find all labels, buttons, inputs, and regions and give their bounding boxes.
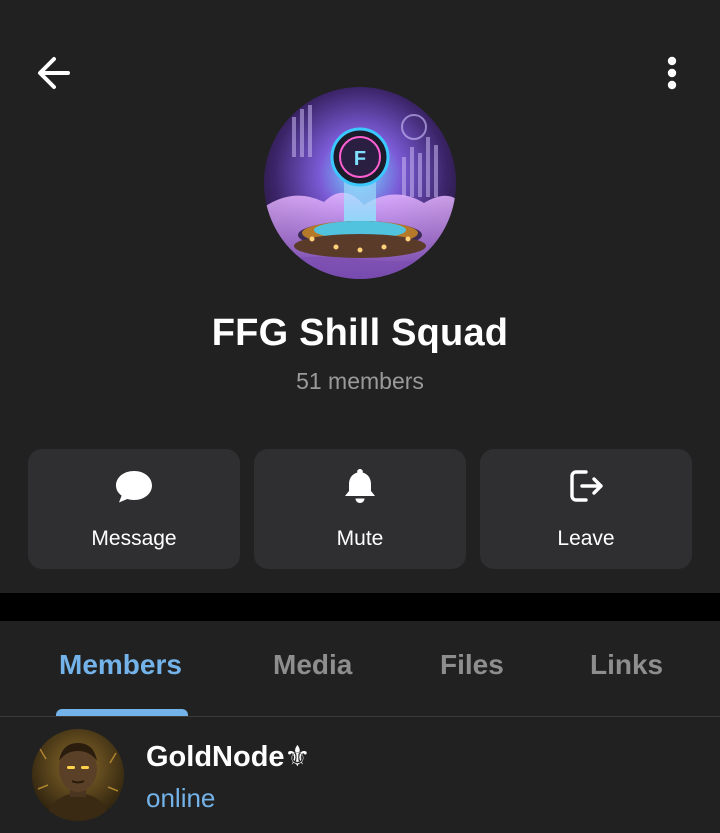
section-divider [0, 593, 720, 621]
tab-links[interactable]: Links [590, 649, 663, 681]
active-tab-indicator [56, 709, 188, 716]
group-title: FFG Shill Squad [211, 312, 509, 354]
mute-label: Mute [336, 527, 384, 550]
member-avatar [32, 729, 124, 821]
mute-button[interactable]: Mute [254, 449, 466, 569]
leave-label: Leave [557, 527, 615, 550]
kebab-menu-icon [667, 56, 677, 90]
member-count: 51 members [296, 368, 424, 394]
arrow-left-icon [38, 57, 70, 89]
svg-text:F: F [354, 148, 366, 170]
member-status: online [146, 783, 216, 813]
profile-tabs: Members Media Files Links [0, 621, 720, 716]
profile-header: F FFG Shill Squad 51 members Message Mut… [0, 0, 720, 593]
member-name: GoldNode⚜ [146, 741, 311, 773]
message-button[interactable]: Message [28, 449, 240, 569]
back-button[interactable] [30, 50, 80, 96]
more-options-button[interactable] [652, 50, 692, 96]
message-label: Message [91, 527, 177, 550]
leave-button[interactable]: Leave [480, 449, 692, 569]
bell-icon [345, 469, 375, 503]
chat-bubble-icon [116, 471, 152, 503]
tab-members[interactable]: Members [59, 649, 182, 681]
tab-files[interactable]: Files [440, 649, 504, 681]
leave-icon [570, 470, 603, 502]
tab-media[interactable]: Media [273, 649, 352, 681]
group-avatar[interactable]: F [264, 87, 456, 279]
member-list-item[interactable]: GoldNode⚜ online [0, 717, 720, 833]
